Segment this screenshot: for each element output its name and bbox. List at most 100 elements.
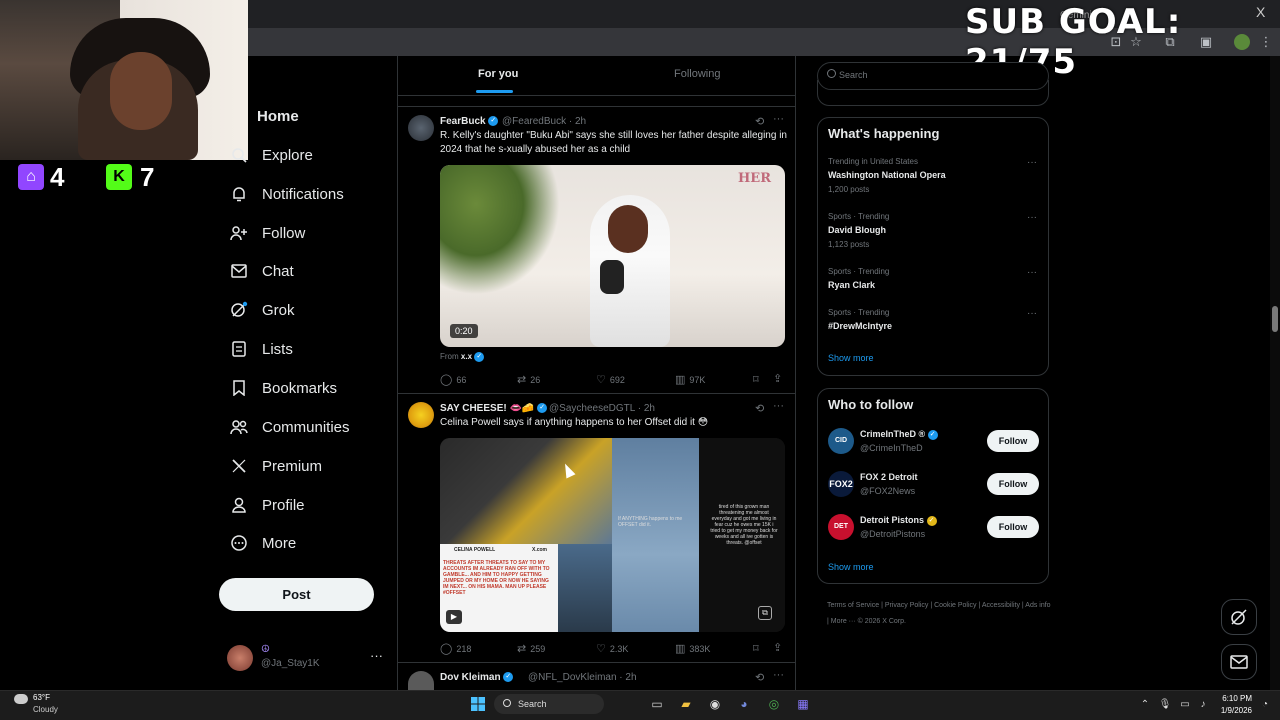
obs-icon[interactable]: ◉ [706,696,724,712]
tweet-avatar[interactable] [408,115,434,141]
grok-explain-icon[interactable]: ⟲ [755,115,764,128]
account-more-icon[interactable]: ··· [370,648,383,663]
video-source[interactable]: From x.x ✓ [440,352,485,362]
trend-name[interactable]: #DrewMcIntyre [828,321,892,331]
tweet-divider [398,662,795,663]
views-button[interactable]: ▥ 97K [675,373,705,386]
tweet-more-icon[interactable]: ··· [773,400,784,412]
reply-button[interactable]: ◯ 66 [440,373,466,386]
footer-links[interactable]: Terms of Service | Privacy Policy | Cook… [827,598,1052,630]
tweet-author-name[interactable]: Dov Kleiman ✓ [440,672,514,683]
tweet-media-collage[interactable]: If ANYTHING happens to me OFFSET did it.… [440,438,785,632]
scrollbar[interactable] [1270,56,1280,690]
bookmark-button[interactable]: ⌑ [753,373,759,386]
tweet-time: · 2h [637,403,655,414]
tweet-handle[interactable]: @SaycheeseDGTL · 2h [549,403,655,414]
grok-explain-icon[interactable]: ⟲ [755,671,764,684]
nav-home-label: Home [257,107,299,125]
cloud-icon[interactable] [14,694,28,704]
nav-follow[interactable]: Follow [222,216,305,250]
like-button[interactable]: ♡ 692 [596,373,625,386]
repost-icon: ⇄ [517,374,527,386]
views-button[interactable]: ▥ 383K [675,642,710,655]
suggested-account-name[interactable]: CrimeInTheD ® ✓ [860,429,938,440]
close-icon[interactable]: X [1256,4,1265,20]
scrollbar-thumb[interactable] [1272,306,1278,332]
tweet-handle[interactable]: @NFL_DovKleiman · 2h [528,672,637,683]
nav-chat[interactable]: Chat [222,254,294,288]
chrome-icon[interactable]: ◎ [765,696,783,712]
tweet-more-icon[interactable]: ··· [773,669,784,681]
repost-button[interactable]: ⇄ 26 [517,373,540,386]
app-grid-icon[interactable]: ▦ [794,696,812,712]
discord-icon[interactable]: ◕ [735,696,753,712]
avatar[interactable]: DET [828,514,854,540]
weather-condition[interactable]: Cloudy [33,705,58,714]
nav-home[interactable]: Home [222,99,299,133]
chevron-up-icon[interactable]: ⌃ [1136,696,1154,712]
avatar[interactable]: FOX2 [828,471,854,497]
share-button[interactable]: ⇪ [773,372,782,385]
grok-float-button[interactable] [1221,599,1257,635]
suggested-account-name[interactable]: FOX 2 Detroit [860,472,918,482]
nav-profile[interactable]: Profile [222,488,305,522]
nav-notifications[interactable]: Notifications [222,177,344,211]
nav-premium[interactable]: Premium [222,449,322,483]
repost-button[interactable]: ⇄ 259 [517,642,545,655]
notification-bell-icon[interactable]: ◔ [1256,696,1274,712]
microphone-icon[interactable]: 🎙 [1156,696,1174,712]
grok-explain-icon[interactable]: ⟲ [755,402,764,415]
post-button[interactable]: Post [219,578,374,611]
trend-more-icon[interactable]: ··· [1027,212,1037,223]
follow-button[interactable]: Follow [987,473,1039,495]
bookmark-button[interactable]: ⌑ [753,642,759,655]
tweet-avatar[interactable] [408,402,434,428]
nav-lists[interactable]: Lists [222,332,293,366]
file-explorer-icon[interactable]: ▰ [677,696,695,712]
trend-name[interactable]: Washington National Opera [828,170,946,180]
trend-more-icon[interactable]: ··· [1027,308,1037,319]
trend-name[interactable]: David Blough [828,225,886,235]
share-button[interactable]: ⇪ [773,641,782,654]
suggested-account-name[interactable]: Detroit Pistons ✓ [860,515,937,526]
play-icon[interactable]: ▶ [446,610,462,624]
volume-icon[interactable]: ♪ [1194,696,1212,712]
tab-following[interactable]: Following [674,68,720,80]
tweet-video[interactable]: HER [440,165,785,347]
messages-float-button[interactable] [1221,644,1257,680]
follow-button[interactable]: Follow [987,516,1039,538]
weather-temperature[interactable]: 63°F [33,693,50,702]
webcam-face [110,52,172,130]
like-count: 692 [609,374,625,385]
nav-communities[interactable]: Communities [222,410,350,444]
clock-time[interactable]: 6:10 PM [1222,694,1252,703]
expand-icon[interactable]: ⧉ [758,606,772,620]
nav-bookmarks[interactable]: Bookmarks [222,371,337,405]
suggested-account-name-text: Detroit Pistons [860,515,925,525]
follow-show-more-link[interactable]: Show more [828,562,874,572]
like-button[interactable]: ♡ 2.3K [596,642,628,655]
tweet-author-name[interactable]: SAY CHEESE! 👄🧀 ✓ [440,403,548,414]
network-icon[interactable]: ▭ [1176,696,1194,712]
avatar[interactable]: CID [828,428,854,454]
nav-explore[interactable]: Explore [222,138,313,172]
trends-show-more-link[interactable]: Show more [828,353,874,363]
trend-more-icon[interactable]: ··· [1027,157,1037,168]
nav-grok[interactable]: Grok [222,293,295,327]
grok-icon [226,299,252,321]
share-icon: ⇪ [773,373,783,385]
clock-date[interactable]: 1/9/2026 [1212,706,1252,715]
tweet-avatar[interactable] [408,671,434,690]
tweet-author-name[interactable]: FearBuck ✓ [440,116,499,127]
tweet-more-icon[interactable]: ··· [773,113,784,125]
tweet-handle[interactable]: @FearedBuck · 2h [502,116,586,127]
follow-button[interactable]: Follow [987,430,1039,452]
tab-for-you[interactable]: For you [478,68,518,80]
windows-start-icon[interactable] [469,696,487,712]
trend-more-icon[interactable]: ··· [1027,267,1037,278]
reply-button[interactable]: ◯ 218 [440,642,471,655]
trend-name[interactable]: Ryan Clark [828,280,875,290]
avatar[interactable] [227,645,253,671]
nav-more[interactable]: More [222,526,296,560]
task-view-icon[interactable]: ▭ [648,696,666,712]
